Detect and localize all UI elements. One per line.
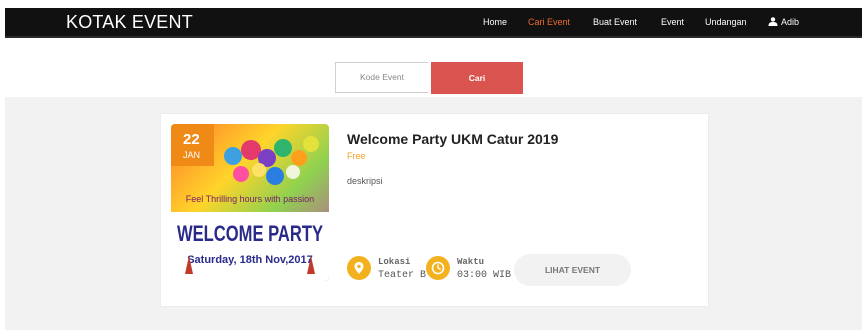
time-label: Waktu	[457, 257, 485, 267]
poster-tagline: Feel Thrilling hours with passion	[186, 194, 314, 204]
event-title[interactable]: Welcome Party UKM Catur 2019	[347, 131, 558, 147]
top-navbar: KOTAK EVENT Home Cari Event Buat Event E…	[5, 8, 862, 38]
date-month: JAN	[183, 150, 201, 160]
poster-headline: WELCOME PARTY	[177, 221, 323, 246]
event-price: Free	[347, 151, 366, 161]
nav-buat-event[interactable]: Buat Event	[593, 17, 637, 27]
location-icon	[347, 256, 371, 280]
event-code-input[interactable]	[335, 62, 428, 93]
location-value: Teater B	[378, 270, 427, 281]
view-event-button[interactable]: LIHAT EVENT	[514, 254, 631, 286]
nav-undangan[interactable]: Undangan	[705, 17, 747, 27]
search-button[interactable]: Cari	[431, 62, 523, 94]
date-day: 22	[183, 131, 200, 148]
nav-home[interactable]: Home	[483, 17, 507, 27]
poster-date: Saturday, 18th Nov,2017	[187, 254, 313, 266]
nav-user-menu[interactable]: Adib	[768, 17, 799, 27]
time-value: 03:00 WIB	[457, 270, 512, 281]
location-label: Lokasi	[378, 257, 411, 267]
brand-logo[interactable]: KOTAK EVENT	[66, 12, 193, 33]
date-badge: 22 JAN	[171, 124, 214, 166]
user-name: Adib	[781, 17, 800, 27]
event-card: Feel Thrilling hours with passion WELCOM…	[161, 114, 708, 306]
event-description: deskripsi	[347, 176, 383, 186]
nav-cari-event[interactable]: Cari Event	[528, 17, 570, 27]
clock-icon	[426, 256, 450, 280]
nav-event[interactable]: Event	[661, 17, 684, 27]
event-poster[interactable]: Feel Thrilling hours with passion WELCOM…	[171, 124, 329, 281]
user-icon	[768, 17, 778, 26]
